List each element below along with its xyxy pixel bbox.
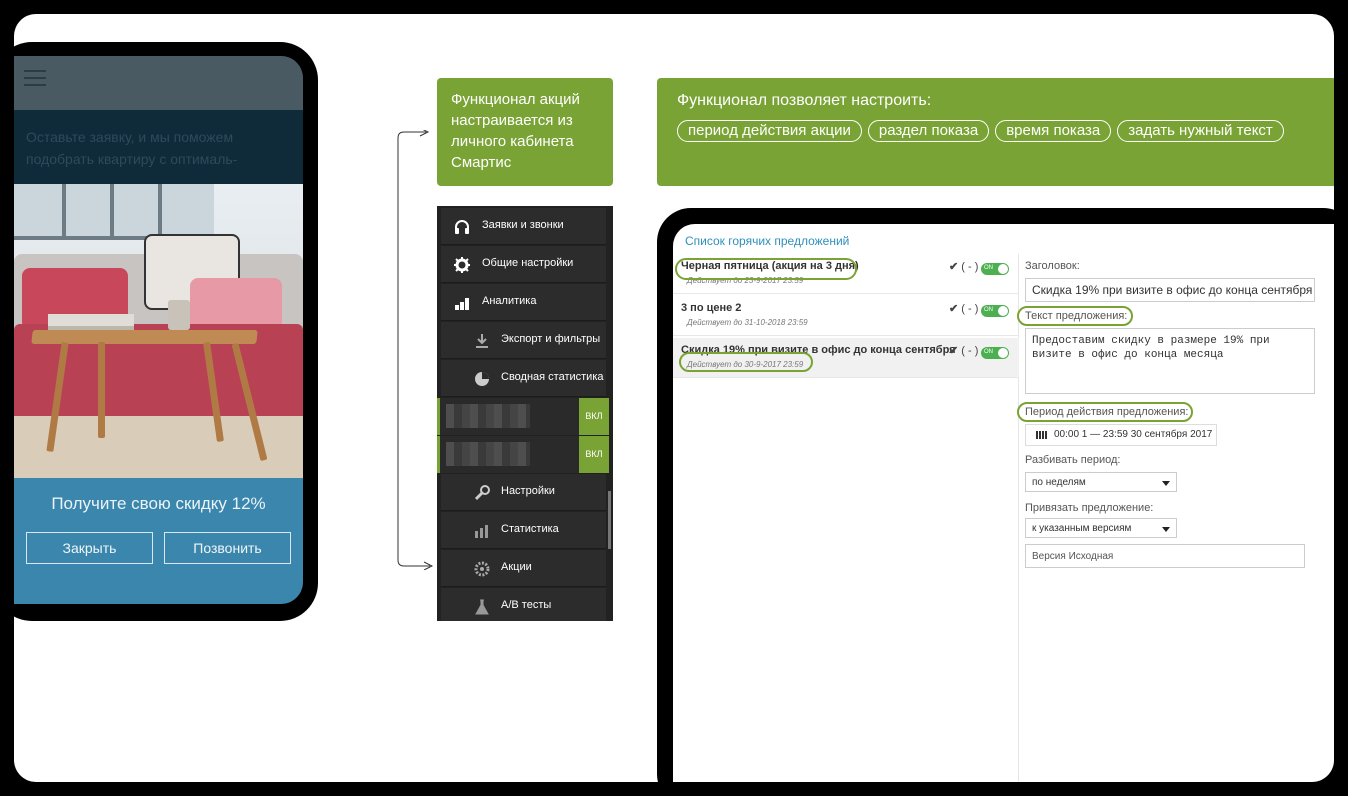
text-textarea[interactable]: Предоставим скидку в размере 19% при виз… <box>1025 328 1315 394</box>
bind-label: Привязать предложение: <box>1025 502 1154 514</box>
features-box: Функционал позволяет настроить: период д… <box>657 78 1334 186</box>
flask-icon <box>475 599 489 615</box>
sidebar-item-settings[interactable]: Настройки <box>441 474 606 511</box>
split-value: по неделям <box>1032 477 1086 488</box>
features-title: Функционал позволяет настроить: <box>677 92 932 109</box>
promo-title: Получите свою скидку 12% <box>51 494 266 513</box>
offers-list: Черная пятница (акция на 3 дня) Действуе… <box>673 254 1019 782</box>
status-badge: ВКЛ <box>579 436 609 473</box>
hamburger-menu-icon[interactable] <box>24 70 46 86</box>
sidebar-item-label: Статистика <box>501 523 559 535</box>
sidebar-item-label: Акции <box>501 561 532 573</box>
download-icon <box>476 334 488 348</box>
sidebar-item-requests[interactable]: Заявки и звонки <box>441 208 606 245</box>
canvas: Оставьте заявку, и мы поможем подобрать … <box>14 14 1334 782</box>
text-label: Текст предложения: <box>1025 310 1128 322</box>
mug <box>168 300 190 330</box>
tablet-mockup: Список горячих предложений Черная пятниц… <box>657 208 1334 782</box>
phone-header <box>14 56 303 110</box>
interior-photo <box>14 184 303 478</box>
blurred-text <box>446 404 530 428</box>
bind-select[interactable]: к указанным версиям <box>1025 518 1177 538</box>
check-circle-icon[interactable]: ✔ ( - ) <box>949 302 978 315</box>
promo-panel: Получите свою скидку 12% Закрыть Позвони… <box>14 478 303 604</box>
offer-toggle[interactable]: ON <box>981 305 1009 317</box>
sidebar-item-label: Заявки и звонки <box>482 219 564 231</box>
split-label: Разбивать период: <box>1025 454 1121 466</box>
blurred-project-row[interactable]: ВКЛ <box>437 398 609 435</box>
feature-pill: период действия акции <box>677 120 862 142</box>
pink-cushion <box>190 278 282 330</box>
bar-chart-icon <box>455 298 469 310</box>
version-input[interactable]: Версия Исходная <box>1025 544 1305 568</box>
stats-icon <box>475 525 488 538</box>
tablet-screen: Список горячих предложений Черная пятниц… <box>673 224 1334 782</box>
split-select[interactable]: по неделям <box>1025 472 1177 492</box>
feature-pill: раздел показа <box>867 120 990 142</box>
offers-list-title[interactable]: Список горячих предложений <box>685 234 849 248</box>
offer-row[interactable]: 3 по цене 2 Действует до 31-10-2018 23:5… <box>673 296 1019 336</box>
bind-value: к указанным версиям <box>1032 523 1132 534</box>
sidebar-item-export[interactable]: Экспорт и фильтры <box>441 322 606 359</box>
phone-mockup: Оставьте заявку, и мы поможем подобрать … <box>14 42 318 621</box>
connector-arrow <box>397 130 434 570</box>
intro-box: Функционал акций настраивается из личног… <box>437 78 613 186</box>
check-circle-icon[interactable]: ✔ ( - ) <box>949 260 978 273</box>
period-label: Период действия предложения: <box>1025 406 1189 418</box>
highlight-ring <box>679 352 813 372</box>
sidebar-item-general-settings[interactable]: Общие настройки <box>441 246 606 283</box>
feature-pill: время показа <box>995 120 1112 142</box>
offer-toggle[interactable]: ON <box>981 263 1009 275</box>
blurred-text <box>446 442 530 466</box>
phone-description: Оставьте заявку, и мы поможем подобрать … <box>14 110 303 184</box>
sidebar-item-label: Общие настройки <box>482 257 574 269</box>
heading-input[interactable]: Скидка 19% при визите в офис до конца се… <box>1025 278 1315 302</box>
sidebar-item-label: Аналитика <box>482 295 537 307</box>
feature-pill: задать нужный текст <box>1117 120 1284 142</box>
headphones-icon <box>455 220 469 234</box>
books <box>48 314 134 330</box>
intro-text: Функционал акций настраивается из личног… <box>451 91 580 171</box>
sidebar-item-promotions[interactable]: Акции <box>441 550 606 587</box>
sidebar-item-label: Экспорт и фильтры <box>501 333 601 345</box>
period-value: 00:00 1 — 23:59 30 сентября 2017 <box>1054 429 1213 440</box>
status-badge: ВКЛ <box>579 398 609 435</box>
chevron-down-icon <box>1162 527 1170 532</box>
badge-icon <box>474 561 490 577</box>
offer-toggle[interactable]: ON <box>981 347 1009 359</box>
offer-date: Действует до 31-10-2018 23:59 <box>687 318 808 327</box>
calendar-icon <box>1036 431 1048 439</box>
sidebar-item-analytics[interactable]: Аналитика <box>441 284 606 321</box>
menu-scrollbar[interactable] <box>608 491 611 549</box>
table-leg <box>98 342 105 438</box>
sidebar-item-label: A/B тесты <box>501 599 552 611</box>
pie-chart-icon <box>475 372 489 386</box>
sidebar-menu: Заявки и звонки Общие настройки Аналитик… <box>437 206 613 621</box>
wrench-icon <box>474 485 490 501</box>
feature-pills: период действия акции раздел показа врем… <box>677 120 1327 142</box>
chevron-down-icon <box>1162 481 1170 486</box>
gear-icon <box>454 257 470 273</box>
phone-screen: Оставьте заявку, и мы поможем подобрать … <box>14 56 303 604</box>
sidebar-item-ab-tests[interactable]: A/B тесты <box>441 588 606 621</box>
sidebar-item-statistics[interactable]: Статистика <box>441 512 606 549</box>
call-button[interactable]: Позвонить <box>164 532 291 564</box>
window <box>14 184 214 240</box>
sidebar-item-summary-stats[interactable]: Сводная статистика <box>441 360 606 397</box>
blurred-project-row[interactable]: ВКЛ <box>437 436 609 473</box>
check-circle-icon[interactable]: ✔ ( - ) <box>949 344 978 357</box>
close-button[interactable]: Закрыть <box>26 532 153 564</box>
sidebar-item-label: Сводная статистика <box>501 371 604 383</box>
highlight-ring <box>675 258 857 280</box>
heading-label: Заголовок: <box>1025 260 1080 272</box>
period-field[interactable]: 00:00 1 — 23:59 30 сентября 2017 <box>1025 424 1217 446</box>
offer-title: 3 по цене 2 <box>681 302 742 314</box>
sidebar-item-label: Настройки <box>501 485 555 497</box>
